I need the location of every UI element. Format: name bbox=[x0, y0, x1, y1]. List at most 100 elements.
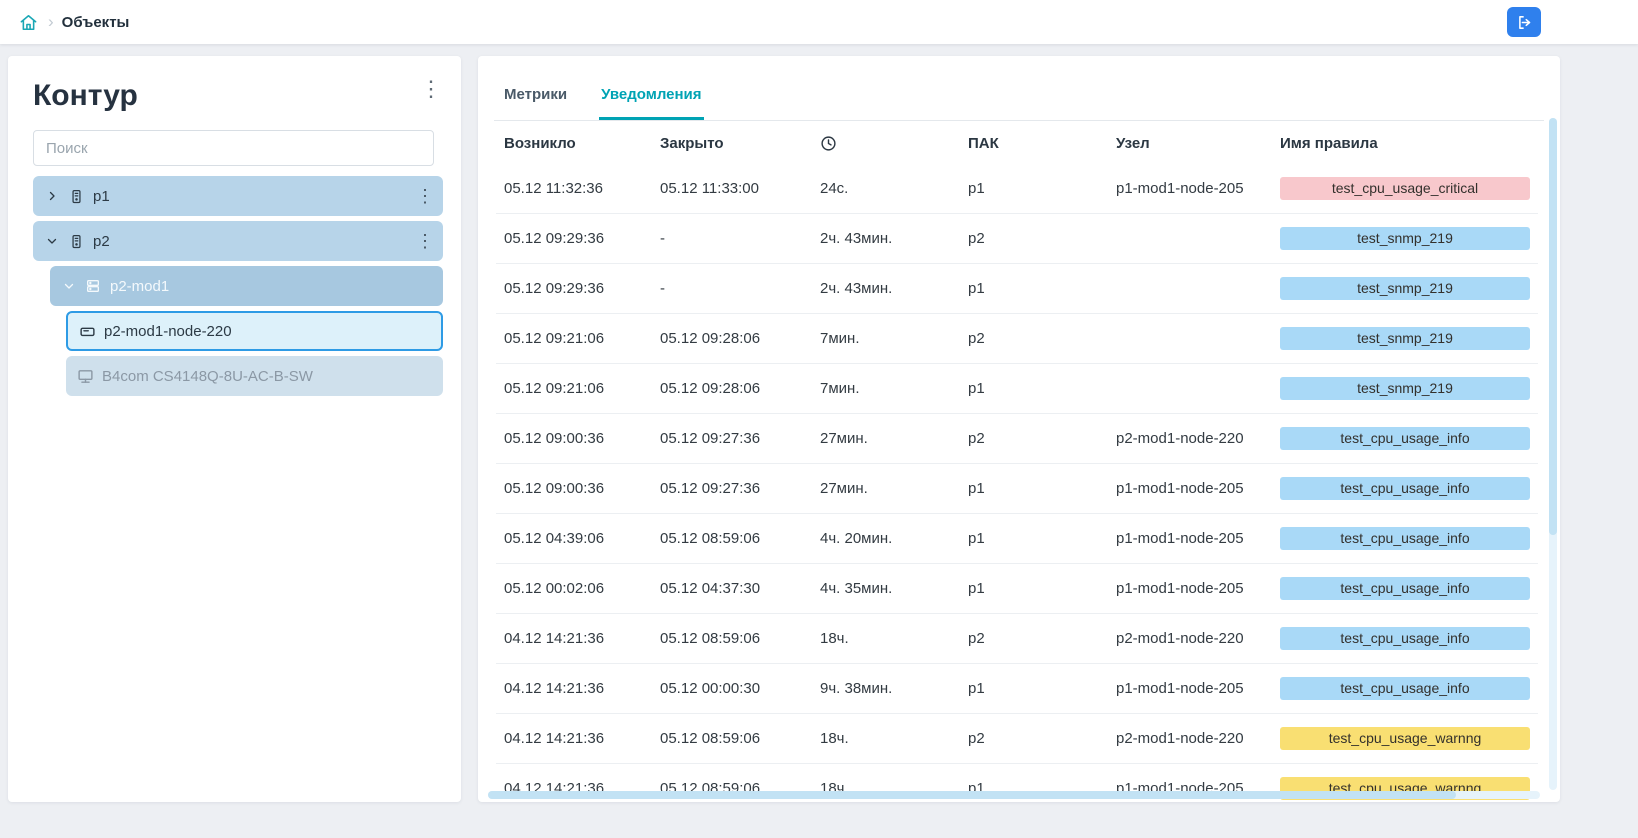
cell-rule: test_cpu_usage_info bbox=[1272, 464, 1538, 514]
tree-item-p2-mod1[interactable]: p2-mod1 bbox=[50, 266, 443, 306]
cell-closed: 05.12 09:28:06 bbox=[652, 364, 812, 414]
table-row[interactable]: 04.12 14:21:36 05.12 08:59:06 18ч. p2 p2… bbox=[496, 614, 1538, 664]
tree-item-kebab-icon[interactable]: ⋮ bbox=[415, 231, 435, 252]
tree-item-label: p1 bbox=[93, 188, 415, 205]
rule-badge: test_cpu_usage_info bbox=[1280, 677, 1530, 700]
header-occurred: Возникло bbox=[496, 121, 652, 164]
chevron-down-icon[interactable] bbox=[60, 277, 78, 295]
server-icon bbox=[67, 232, 85, 250]
logout-icon bbox=[1516, 14, 1533, 31]
cell-pak: p2 bbox=[960, 714, 1108, 764]
cell-node bbox=[1108, 214, 1272, 264]
table-row[interactable]: 05.12 09:21:06 05.12 09:28:06 7мин. p1 t… bbox=[496, 364, 1538, 414]
cell-rule: test_cpu_usage_info bbox=[1272, 664, 1538, 714]
node-icon bbox=[78, 322, 96, 340]
tabs-bar: Метрики Уведомления bbox=[494, 74, 1544, 121]
tree-item-p1[interactable]: p1 ⋮ bbox=[33, 176, 443, 216]
cell-pak: p1 bbox=[960, 464, 1108, 514]
alerts-table: Возникло Закрыто ПАК Узел Имя правила 05… bbox=[496, 121, 1538, 802]
table-header-row: Возникло Закрыто ПАК Узел Имя правила bbox=[496, 121, 1538, 164]
cell-node: p2-mod1-node-220 bbox=[1108, 414, 1272, 464]
cell-node: p1-mod1-node-205 bbox=[1108, 564, 1272, 614]
cell-closed: 05.12 00:00:30 bbox=[652, 664, 812, 714]
cell-rule: test_snmp_219 bbox=[1272, 264, 1538, 314]
cell-closed: 05.12 08:59:06 bbox=[652, 714, 812, 764]
tree-item-b4com-switch[interactable]: B4com CS4148Q-8U-AC-B-SW bbox=[66, 356, 443, 396]
home-icon[interactable] bbox=[14, 8, 42, 36]
cell-duration: 18ч. bbox=[812, 614, 960, 664]
vertical-scrollbar[interactable] bbox=[1549, 118, 1557, 790]
tree-item-kebab-icon[interactable]: ⋮ bbox=[415, 186, 435, 207]
tree-item-p2[interactable]: p2 ⋮ bbox=[33, 221, 443, 261]
module-icon bbox=[84, 277, 102, 295]
cell-duration: 27мин. bbox=[812, 414, 960, 464]
horizontal-scrollbar[interactable] bbox=[488, 791, 1540, 799]
cell-closed: 05.12 11:33:00 bbox=[652, 164, 812, 214]
cell-pak: p1 bbox=[960, 514, 1108, 564]
objects-tree-panel: Контур ⋮ p1 ⋮ p2 bbox=[8, 56, 461, 802]
breadcrumb-separator: › bbox=[48, 12, 54, 32]
cell-node: p1-mod1-node-205 bbox=[1108, 464, 1272, 514]
cell-closed: 05.12 09:27:36 bbox=[652, 464, 812, 514]
cell-duration: 27мин. bbox=[812, 464, 960, 514]
clock-icon bbox=[820, 135, 837, 152]
cell-rule: test_cpu_usage_info bbox=[1272, 564, 1538, 614]
table-row[interactable]: 05.12 11:32:36 05.12 11:33:00 24с. p1 p1… bbox=[496, 164, 1538, 214]
vertical-scrollbar-thumb[interactable] bbox=[1549, 118, 1557, 535]
cell-node: p2-mod1-node-220 bbox=[1108, 714, 1272, 764]
topbar: › Объекты bbox=[0, 0, 1638, 44]
header-node: Узел bbox=[1108, 121, 1272, 164]
header-closed: Закрыто bbox=[652, 121, 812, 164]
tree-item-p2-mod1-node-220[interactable]: p2-mod1-node-220 bbox=[66, 311, 443, 351]
cell-occurred: 05.12 09:29:36 bbox=[496, 214, 652, 264]
table-row[interactable]: 05.12 09:00:36 05.12 09:27:36 27мин. p1 … bbox=[496, 464, 1538, 514]
switch-icon bbox=[76, 367, 94, 385]
cell-occurred: 04.12 14:21:36 bbox=[496, 714, 652, 764]
cell-occurred: 05.12 09:00:36 bbox=[496, 464, 652, 514]
cell-rule: test_snmp_219 bbox=[1272, 214, 1538, 264]
cell-duration: 18ч. bbox=[812, 714, 960, 764]
table-row[interactable]: 05.12 04:39:06 05.12 08:59:06 4ч. 20мин.… bbox=[496, 514, 1538, 564]
tab-metrics[interactable]: Метрики bbox=[502, 80, 569, 120]
cell-occurred: 05.12 11:32:36 bbox=[496, 164, 652, 214]
cell-duration: 4ч. 20мин. bbox=[812, 514, 960, 564]
rule-badge: test_snmp_219 bbox=[1280, 277, 1530, 300]
table-row[interactable]: 05.12 09:21:06 05.12 09:28:06 7мин. p2 t… bbox=[496, 314, 1538, 364]
cell-pak: p1 bbox=[960, 264, 1108, 314]
cell-rule: test_cpu_usage_info bbox=[1272, 614, 1538, 664]
cell-duration: 7мин. bbox=[812, 364, 960, 414]
table-row[interactable]: 04.12 14:21:36 05.12 08:59:06 18ч. p2 p2… bbox=[496, 714, 1538, 764]
panel-menu-kebab-icon[interactable]: ⋮ bbox=[419, 78, 443, 102]
table-row[interactable]: 05.12 09:29:36 - 2ч. 43мин. p1 test_snmp… bbox=[496, 264, 1538, 314]
header-rule: Имя правила bbox=[1272, 121, 1538, 164]
cell-occurred: 05.12 00:02:06 bbox=[496, 564, 652, 614]
cell-rule: test_cpu_usage_info bbox=[1272, 514, 1538, 564]
alerts-table-body: 05.12 11:32:36 05.12 11:33:00 24с. p1 p1… bbox=[496, 164, 1538, 802]
search-input[interactable] bbox=[33, 130, 434, 166]
cell-pak: p2 bbox=[960, 214, 1108, 264]
table-row[interactable]: 05.12 09:00:36 05.12 09:27:36 27мин. p2 … bbox=[496, 414, 1538, 464]
cell-closed: 05.12 08:59:06 bbox=[652, 514, 812, 564]
cell-node bbox=[1108, 314, 1272, 364]
cell-pak: p1 bbox=[960, 664, 1108, 714]
cell-occurred: 05.12 09:21:06 bbox=[496, 364, 652, 414]
cell-occurred: 04.12 14:21:36 bbox=[496, 614, 652, 664]
cell-occurred: 05.12 09:00:36 bbox=[496, 414, 652, 464]
cell-closed: 05.12 08:59:06 bbox=[652, 614, 812, 664]
cell-node: p1-mod1-node-205 bbox=[1108, 164, 1272, 214]
chevron-right-icon[interactable] bbox=[43, 187, 61, 205]
table-row[interactable]: 05.12 09:29:36 - 2ч. 43мин. p2 test_snmp… bbox=[496, 214, 1538, 264]
cell-node: p2-mod1-node-220 bbox=[1108, 614, 1272, 664]
cell-node bbox=[1108, 364, 1272, 414]
cell-duration: 9ч. 38мин. bbox=[812, 664, 960, 714]
cell-pak: p1 bbox=[960, 564, 1108, 614]
table-row[interactable]: 05.12 00:02:06 05.12 04:37:30 4ч. 35мин.… bbox=[496, 564, 1538, 614]
cell-duration: 4ч. 35мин. bbox=[812, 564, 960, 614]
tab-notifications[interactable]: Уведомления bbox=[599, 80, 703, 120]
horizontal-scrollbar-thumb[interactable] bbox=[488, 791, 1456, 799]
chevron-down-icon[interactable] bbox=[43, 232, 61, 250]
rule-badge: test_cpu_usage_warnng bbox=[1280, 727, 1530, 750]
table-row[interactable]: 04.12 14:21:36 05.12 00:00:30 9ч. 38мин.… bbox=[496, 664, 1538, 714]
logout-button[interactable] bbox=[1507, 7, 1541, 37]
rule-badge: test_cpu_usage_info bbox=[1280, 627, 1530, 650]
